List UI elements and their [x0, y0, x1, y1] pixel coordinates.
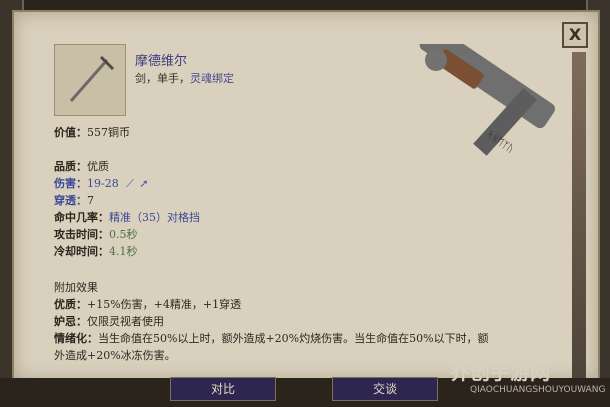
value-row: 价值：557铜币 — [54, 126, 130, 139]
hit-chance-row: 命中几率：精准（35）对格挡 — [54, 211, 200, 224]
compare-button[interactable]: 对比 — [170, 377, 276, 401]
emotion-effect-row-2: 外造成+20%冰冻伤害。 — [54, 349, 176, 362]
talk-button[interactable]: 交谈 — [332, 377, 438, 401]
pierce-row: 穿透：7 — [54, 194, 94, 207]
sword-illustration: ᛋᚺᛖᛉᚢ — [419, 44, 556, 156]
damage-row: 伤害：19-28 ⟋ ➚ — [54, 177, 149, 190]
excellent-effect-row: 优质：+15%伤害，+4精准，+1穿透 — [54, 298, 242, 311]
attack-time-row: 攻击时间：0.5秒 — [54, 228, 138, 241]
emotion-effect-row: 情绪化：当生命值在50%以上时，额外造成+20%灼烧伤害。当生命值在50%以下时… — [54, 332, 489, 345]
watermark-sub: QIAOCHUANGSHOUYOUWANG — [470, 385, 606, 395]
restrict-effect-row: 妒忌：仅限灵视者使用 — [54, 315, 164, 328]
item-subtitle: 剑，单手，灵魂绑定 — [135, 72, 234, 85]
pierce-icon: ➚ — [139, 177, 149, 190]
effects-title: 附加效果 — [54, 281, 98, 294]
cooldown-row: 冷却时间：4.1秒 — [54, 245, 138, 258]
item-thumbnail — [54, 44, 126, 116]
watermark-main: 乔创手游网 — [450, 360, 550, 384]
sword-thumb-icon — [69, 55, 115, 102]
slash-icon: ⟋ — [126, 177, 134, 190]
quality-row: 品质：优质 — [54, 160, 109, 173]
item-title: 摩德维尔 — [135, 54, 188, 69]
item-panel: X 摩德维尔 剑，单手，灵魂绑定 ᛋᚺᛖᛉᚢ 价值：557铜币 品质：优质 伤害… — [12, 10, 600, 392]
